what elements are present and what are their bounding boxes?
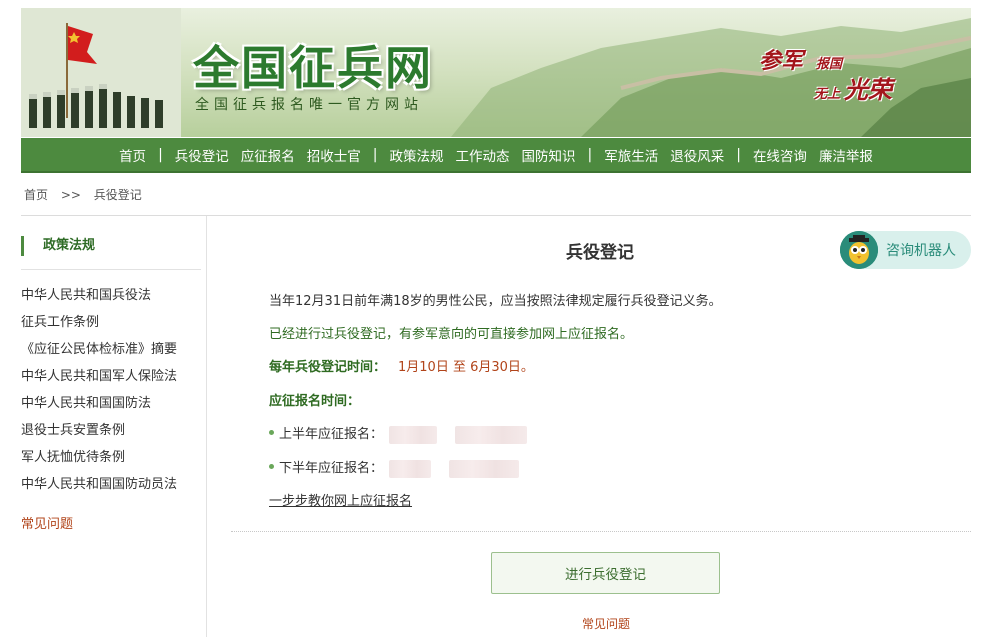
breadcrumb-current: 兵役登记 bbox=[93, 188, 142, 202]
second-half-application: 下半年应征报名： bbox=[269, 457, 520, 478]
breadcrumb-home[interactable]: 首页 bbox=[24, 188, 48, 202]
bullet-icon bbox=[269, 464, 274, 469]
nav-separator: | bbox=[736, 146, 741, 163]
nav-item-defense-knowledge[interactable]: 国防知识 bbox=[516, 145, 582, 165]
divider bbox=[21, 269, 201, 270]
second-half-label: 下半年应征报名： bbox=[279, 461, 384, 476]
site-logo-title: 全国征兵网 bbox=[193, 41, 433, 95]
blurred-date bbox=[449, 459, 520, 478]
sidebar-list: 中华人民共和国兵役法 征兵工作条例 《应征公民体检标准》摘要 中华人民共和国军人… bbox=[21, 286, 177, 502]
registration-time-value: 1月10日 至 6月30日。 bbox=[398, 360, 534, 375]
sidebar-item-military-service-law[interactable]: 中华人民共和国兵役法 bbox=[21, 286, 177, 313]
sidebar-item-physical-standards[interactable]: 《应征公民体检标准》摘要 bbox=[21, 340, 177, 367]
breadcrumb: 首页 >> 兵役登记 bbox=[24, 186, 151, 203]
nav-item-nco-recruitment[interactable]: 招收士官 bbox=[301, 145, 367, 165]
faq-link[interactable]: 常见问题 bbox=[582, 615, 630, 632]
blurred-date bbox=[389, 425, 438, 444]
registered-note-text: 已经进行过兵役登记，有参军意向的可直接参加网上应征报名。 bbox=[269, 327, 634, 342]
robot-label: 咨询机器人 bbox=[886, 243, 956, 259]
nav-item-online-consult[interactable]: 在线咨询 bbox=[747, 145, 813, 165]
eligibility-text: 当年12月31日前年满18岁的男性公民，应当按照法律规定履行兵役登记义务。 bbox=[269, 294, 722, 309]
blurred-date bbox=[455, 425, 528, 444]
bullet-icon bbox=[269, 430, 274, 435]
sidebar-item-military-insurance-law[interactable]: 中华人民共和国军人保险法 bbox=[21, 367, 177, 394]
sidebar-faq-link[interactable]: 常见问题 bbox=[21, 513, 73, 532]
slogan-text: 光荣 bbox=[844, 75, 892, 104]
site-banner: 全国征兵网 全国征兵报名唯一官方网站 参军 报国 无上 光荣 bbox=[21, 8, 971, 137]
sidebar-item-soldier-benefits[interactable]: 军人抚恤优待条例 bbox=[21, 448, 177, 475]
sidebar-item-national-defense-law[interactable]: 中华人民共和国国防法 bbox=[21, 394, 177, 421]
sidebar-item-defense-mobilization-law[interactable]: 中华人民共和国国防动员法 bbox=[21, 475, 177, 502]
registration-time: 每年兵役登记时间： 1月10日 至 6月30日。 bbox=[269, 356, 534, 375]
page-title: 兵役登记 bbox=[566, 243, 634, 263]
breadcrumb-arrow: >> bbox=[60, 188, 81, 202]
sidebar-item-veteran-placement[interactable]: 退役士兵安置条例 bbox=[21, 421, 177, 448]
sidebar-title: 政策法规 bbox=[21, 236, 95, 256]
registration-time-label: 每年兵役登记时间： bbox=[269, 360, 387, 375]
divider bbox=[231, 531, 971, 532]
first-half-label: 上半年应征报名： bbox=[279, 427, 384, 442]
slogan-text: 报国 bbox=[816, 57, 843, 72]
nav-item-military-registration[interactable]: 兵役登记 bbox=[169, 145, 235, 165]
nav-item-policies[interactable]: 政策法规 bbox=[384, 145, 450, 165]
nav-separator: | bbox=[158, 146, 163, 163]
nav-item-enlistment[interactable]: 应征报名 bbox=[235, 145, 301, 165]
great-wall-landscape-image bbox=[21, 8, 971, 137]
main-nav: 首页 | 兵役登记 应征报名 招收士官 | 政策法规 工作动态 国防知识 | 军… bbox=[21, 138, 971, 173]
slogan-text: 无上 bbox=[814, 87, 841, 102]
register-button[interactable]: 进行兵役登记 bbox=[491, 552, 720, 594]
first-half-application: 上半年应征报名： bbox=[269, 423, 528, 444]
site-logo-subtitle: 全国征兵报名唯一官方网站 bbox=[195, 97, 423, 113]
robot-avatar-icon bbox=[840, 231, 878, 269]
sidebar: 政策法规 中华人民共和国兵役法 征兵工作条例 《应征公民体检标准》摘要 中华人民… bbox=[21, 216, 207, 637]
slogan-text: 参军 bbox=[759, 48, 804, 74]
blurred-date bbox=[389, 459, 432, 478]
nav-item-military-life[interactable]: 军旅生活 bbox=[598, 145, 664, 165]
nav-separator: | bbox=[372, 146, 378, 163]
nav-item-integrity-report[interactable]: 廉洁举报 bbox=[813, 145, 879, 165]
guide-link[interactable]: 一步步教你网上应征报名 bbox=[269, 490, 412, 509]
nav-item-veterans[interactable]: 退役风采 bbox=[664, 145, 730, 165]
consult-robot-button[interactable]: 咨询机器人 bbox=[840, 231, 971, 269]
nav-item-home[interactable]: 首页 bbox=[113, 145, 152, 165]
application-time-label: 应征报名时间： bbox=[269, 394, 361, 409]
nav-item-work-news[interactable]: 工作动态 bbox=[450, 145, 516, 165]
sidebar-item-recruitment-regulations[interactable]: 征兵工作条例 bbox=[21, 313, 177, 340]
nav-separator: | bbox=[587, 146, 593, 163]
